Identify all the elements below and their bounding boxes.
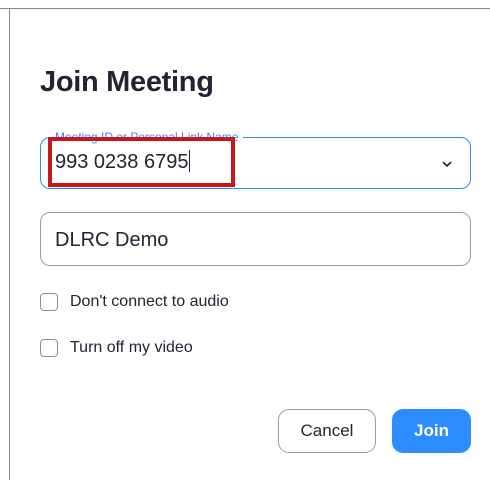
video-off-checkbox[interactable] — [40, 339, 58, 357]
option-no-audio[interactable]: Don't connect to audio — [40, 292, 229, 312]
video-off-label: Turn off my video — [70, 339, 193, 356]
window-border-top — [0, 8, 490, 9]
join-meeting-dialog: Join Meeting Meeting ID or Personal Link… — [0, 0, 490, 480]
dialog-title: Join Meeting — [40, 66, 214, 98]
cancel-button[interactable]: Cancel — [278, 409, 376, 453]
window-border-left — [9, 8, 10, 480]
option-video-off[interactable]: Turn off my video — [40, 338, 193, 358]
no-audio-label: Don't connect to audio — [70, 293, 229, 310]
join-button[interactable]: Join — [392, 409, 471, 453]
display-name-field[interactable]: DLRC Demo — [40, 212, 471, 266]
chevron-down-icon[interactable] — [442, 160, 452, 168]
display-name-value: DLRC Demo — [55, 229, 169, 251]
highlight-annotation-box — [48, 137, 235, 187]
no-audio-checkbox[interactable] — [40, 293, 58, 311]
